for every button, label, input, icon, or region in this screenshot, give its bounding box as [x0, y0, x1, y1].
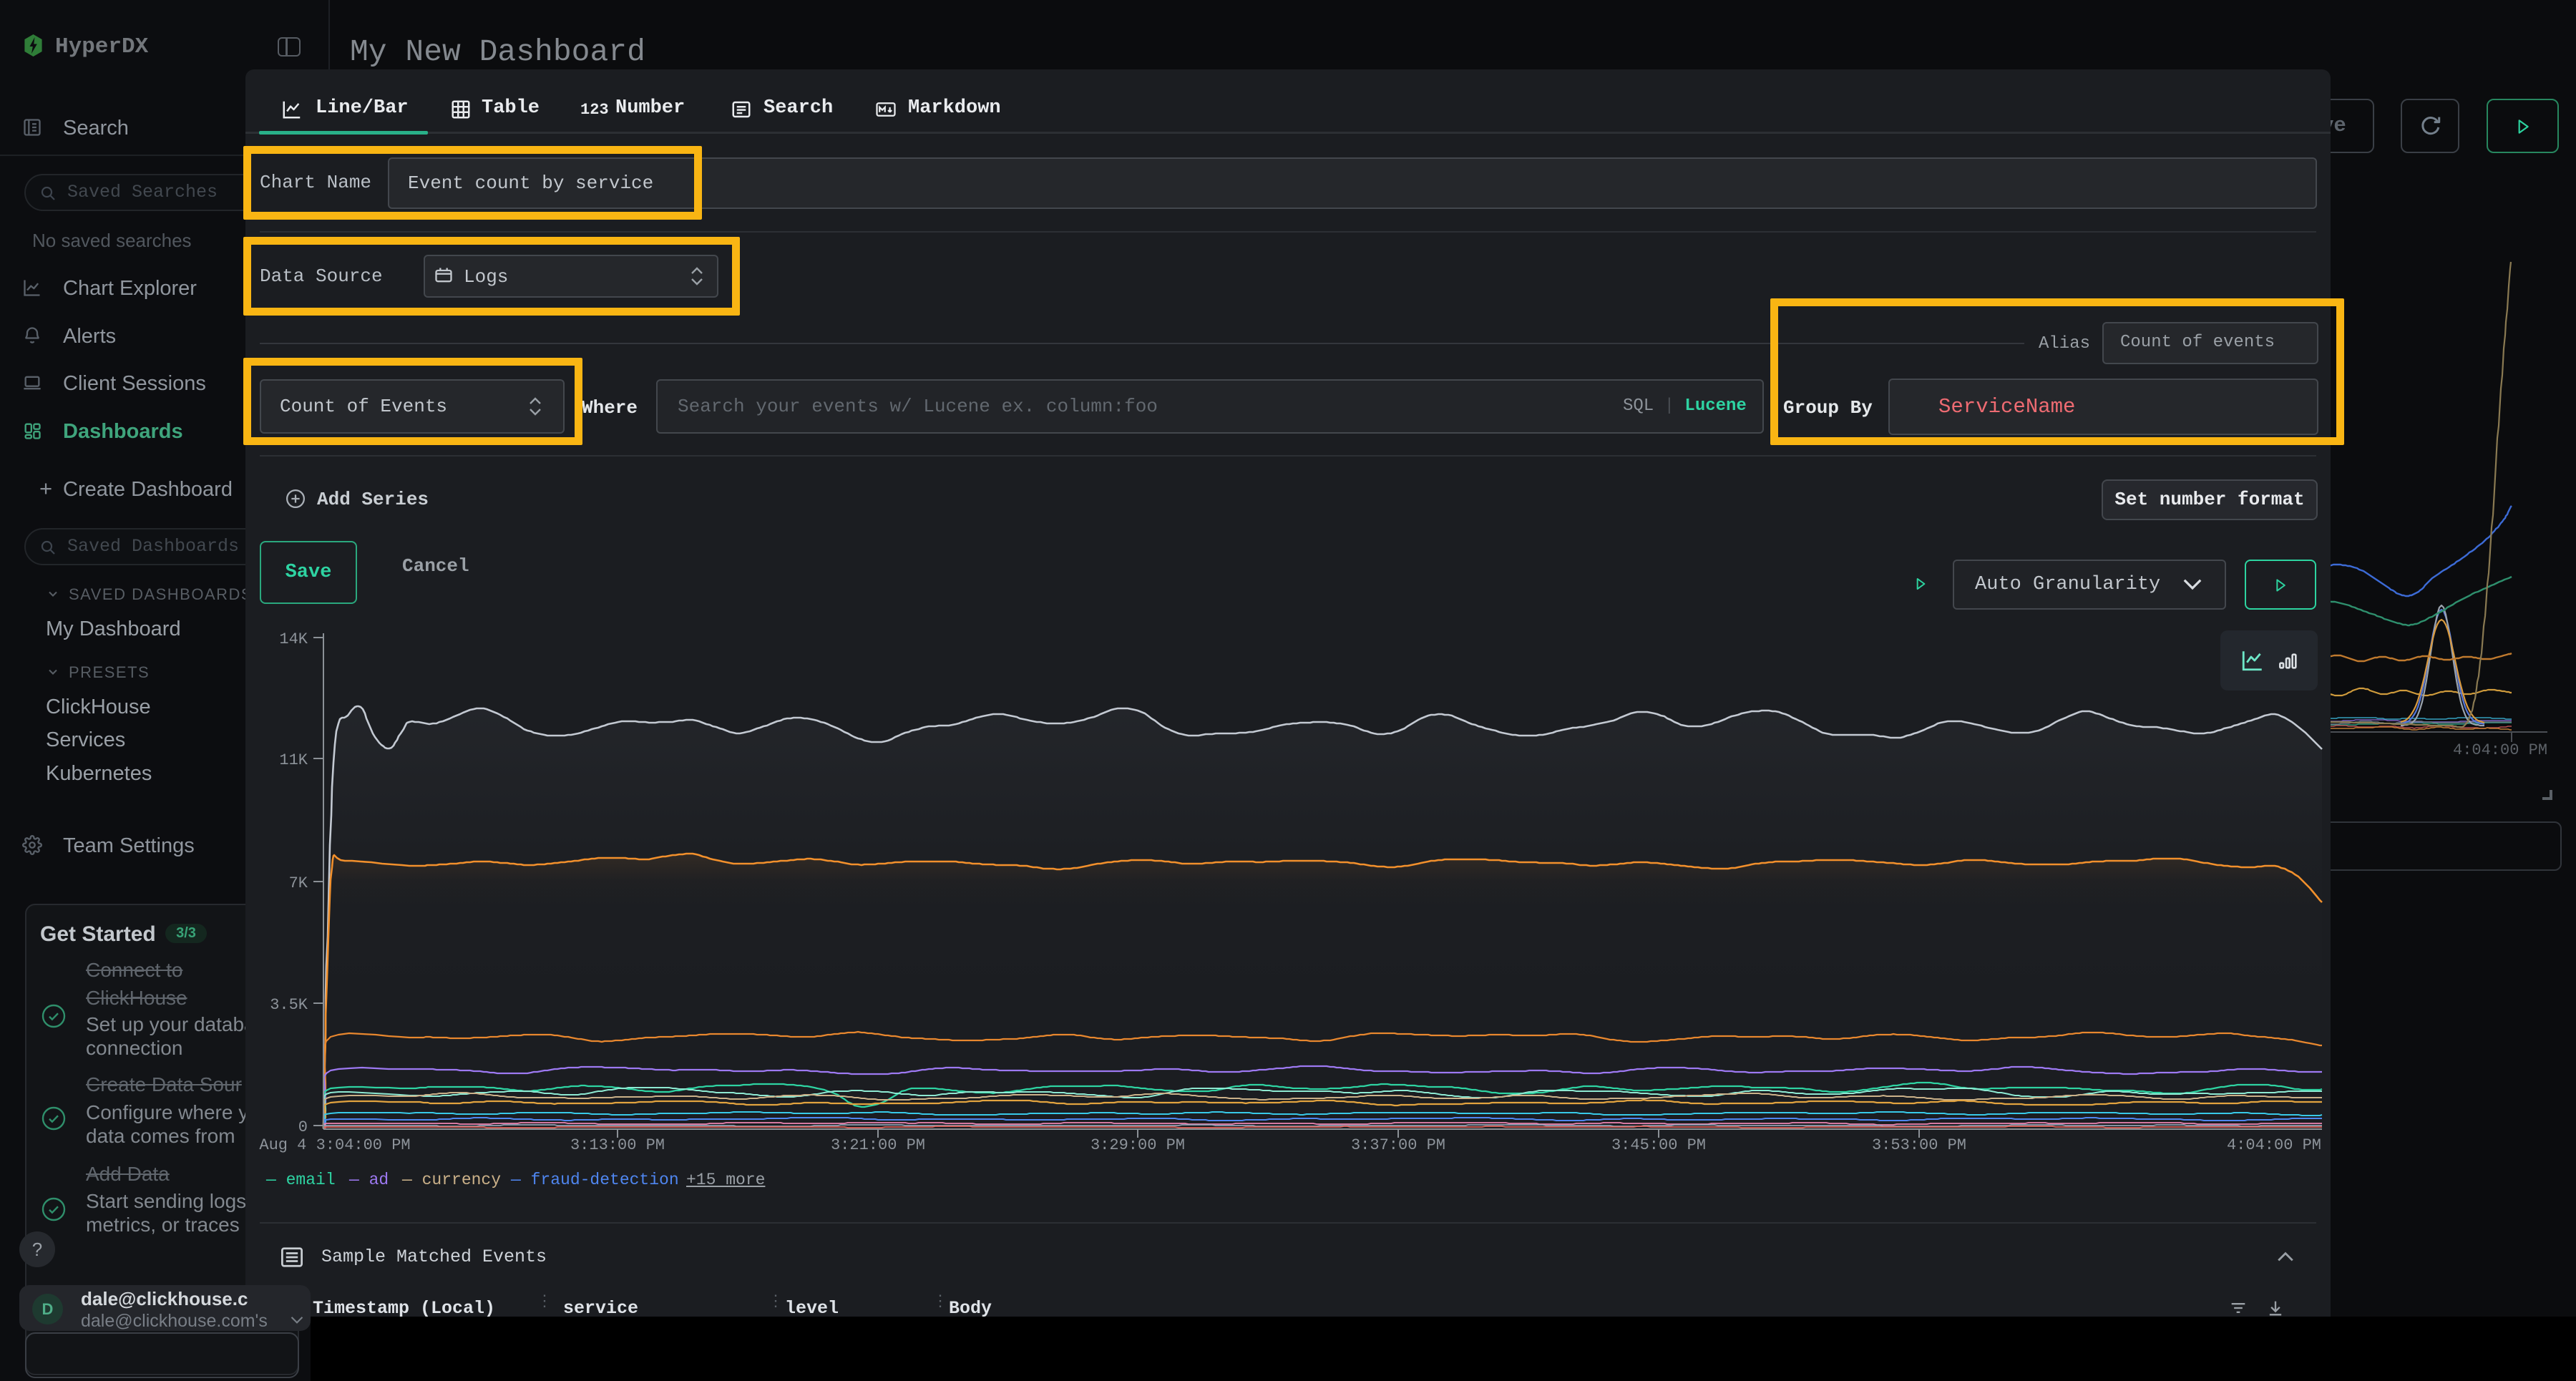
svg-text:3:53:00 PM: 3:53:00 PM: [1872, 1136, 1966, 1154]
svg-text:7K: 7K: [289, 874, 308, 892]
svg-text:3:45:00 PM: 3:45:00 PM: [1611, 1136, 1706, 1154]
svg-text:0: 0: [298, 1118, 308, 1136]
svg-text:3:29:00 PM: 3:29:00 PM: [1091, 1136, 1185, 1154]
svg-text:3:37:00 PM: 3:37:00 PM: [1351, 1136, 1445, 1154]
svg-text:3.5K: 3.5K: [270, 996, 308, 1014]
svg-text:14K: 14K: [279, 630, 308, 648]
svg-text:3:21:00 PM: 3:21:00 PM: [831, 1136, 925, 1154]
svg-text:3:13:00 PM: 3:13:00 PM: [570, 1136, 665, 1154]
svg-text:Aug 4 3:04:00 PM: Aug 4 3:04:00 PM: [259, 1136, 410, 1154]
svg-text:11K: 11K: [279, 751, 308, 769]
svg-text:4:04:00 PM: 4:04:00 PM: [2227, 1136, 2321, 1154]
